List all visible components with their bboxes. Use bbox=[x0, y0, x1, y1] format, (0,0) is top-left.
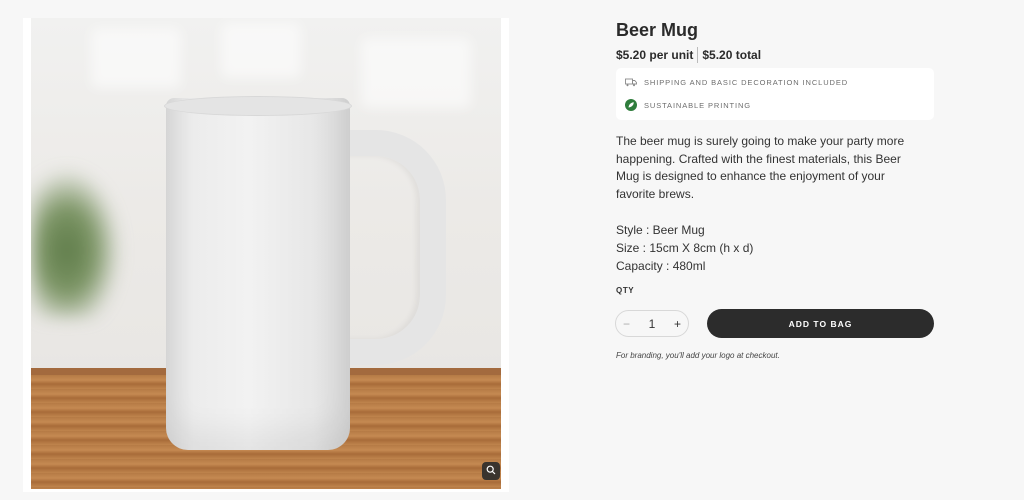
mug-handle bbox=[336, 130, 446, 365]
shipping-info: SHIPPING AND BASIC DECORATION INCLUDED bbox=[625, 76, 848, 88]
unit-price: $5.20 per unit bbox=[616, 48, 694, 62]
spec-style: Style : Beer Mug bbox=[616, 223, 705, 237]
product-specs: Style : Beer Mug Size : 15cm X 8cm (h x … bbox=[616, 221, 753, 275]
increase-button[interactable]: + bbox=[674, 317, 681, 331]
total-price: $5.20 total bbox=[702, 48, 762, 62]
qty-label: QTY bbox=[616, 286, 635, 295]
zoom-icon bbox=[486, 462, 496, 480]
price-divider bbox=[697, 47, 699, 63]
spec-size: Size : 15cm X 8cm (h x d) bbox=[616, 241, 754, 255]
product-description: The beer mug is surely going to make you… bbox=[616, 134, 905, 201]
leaf-icon bbox=[625, 99, 637, 111]
branding-note: For branding, you'll add your logo at ch… bbox=[616, 351, 780, 360]
price-row: $5.20 per unit $5.20 total bbox=[616, 47, 761, 63]
background-plant bbox=[31, 168, 121, 318]
shipping-text: SHIPPING AND BASIC DECORATION INCLUDED bbox=[644, 77, 849, 87]
spec-capacity: Capacity : 480ml bbox=[616, 259, 706, 273]
add-to-bag-button[interactable]: ADD TO BAG bbox=[707, 309, 934, 338]
decrease-button[interactable]: − bbox=[623, 317, 630, 331]
truck-icon bbox=[625, 76, 637, 88]
info-box: SHIPPING AND BASIC DECORATION INCLUDED S… bbox=[616, 68, 934, 120]
sustainable-text: SUSTAINABLE PRINTING bbox=[644, 100, 752, 110]
quantity-value[interactable]: 1 bbox=[649, 317, 656, 331]
mug-body bbox=[166, 98, 350, 450]
zoom-button[interactable] bbox=[482, 462, 500, 480]
mug-rim bbox=[164, 96, 352, 116]
product-image[interactable] bbox=[31, 18, 501, 489]
quantity-stepper: − 1 + bbox=[615, 310, 689, 337]
sustainable-info: SUSTAINABLE PRINTING bbox=[625, 99, 751, 111]
product-title: Beer Mug bbox=[616, 20, 699, 40]
